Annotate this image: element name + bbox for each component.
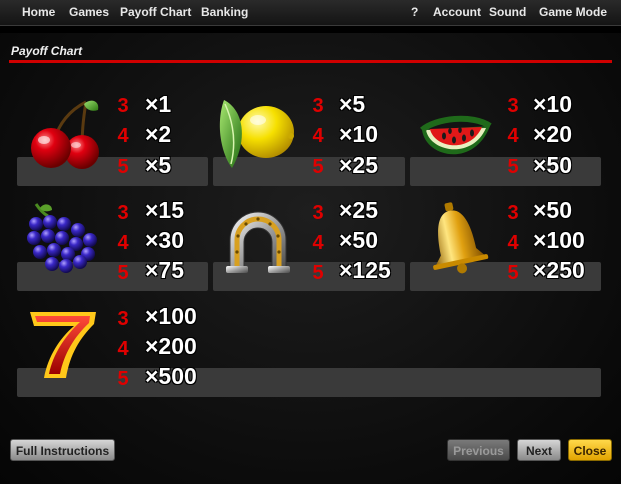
watermelon-icon — [416, 96, 496, 172]
count-5: 5 — [507, 262, 519, 284]
close-button[interactable]: Close — [568, 439, 612, 461]
payout-value: ×25 — [339, 152, 379, 178]
payout-value: ×200 — [145, 333, 197, 359]
count-5: 5 — [117, 156, 129, 178]
payout-value: ×125 — [339, 257, 391, 283]
count-3: 3 — [312, 95, 324, 117]
payout-value: ×250 — [533, 257, 585, 283]
count-3: 3 — [117, 308, 129, 330]
seven-icon — [22, 306, 102, 382]
lemon-icon — [218, 96, 298, 172]
payout-value: ×5 — [339, 91, 366, 117]
count-4: 4 — [312, 125, 324, 147]
payout-value: ×100 — [145, 303, 197, 329]
count-3: 3 — [312, 202, 324, 224]
payout-value: ×30 — [145, 227, 185, 253]
menu-games[interactable]: Games — [69, 5, 109, 19]
payout-value: ×10 — [533, 91, 573, 117]
menu-game-mode[interactable]: Game Mode — [539, 5, 607, 19]
count-4: 4 — [507, 232, 519, 254]
count-4: 4 — [312, 232, 324, 254]
payout-value: ×50 — [533, 152, 573, 178]
menu-help[interactable]: ? — [411, 5, 418, 19]
payout-value: ×5 — [145, 152, 172, 178]
payout-value: ×10 — [339, 121, 379, 147]
count-4: 4 — [507, 125, 519, 147]
count-4: 4 — [117, 338, 129, 360]
payout-value: ×25 — [339, 197, 379, 223]
bell-icon — [416, 200, 496, 276]
count-4: 4 — [117, 232, 129, 254]
menu-account[interactable]: Account — [433, 5, 481, 19]
full-instructions-button[interactable]: Full Instructions — [10, 439, 115, 461]
payout-value: ×2 — [145, 121, 172, 147]
top-menu-bar: Home Games Payoff Chart Banking ? Accoun… — [0, 0, 621, 26]
payout-bar — [17, 368, 601, 397]
menu-banking[interactable]: Banking — [201, 5, 248, 19]
payout-value: ×1 — [145, 91, 172, 117]
grapes-icon — [22, 200, 102, 276]
count-5: 5 — [312, 156, 324, 178]
panel-title: Payoff Chart — [11, 44, 83, 58]
menu-payoff-chart[interactable]: Payoff Chart — [120, 5, 191, 19]
payout-value: ×20 — [533, 121, 573, 147]
count-5: 5 — [312, 262, 324, 284]
next-button[interactable]: Next — [517, 439, 561, 461]
horseshoe-icon — [218, 200, 298, 276]
previous-button[interactable]: Previous — [447, 439, 510, 461]
payout-value: ×50 — [339, 227, 379, 253]
payout-value: ×100 — [533, 227, 585, 253]
count-5: 5 — [117, 262, 129, 284]
menu-sound[interactable]: Sound — [489, 5, 526, 19]
count-3: 3 — [507, 202, 519, 224]
payout-value: ×500 — [145, 363, 197, 389]
count-5: 5 — [117, 368, 129, 390]
count-3: 3 — [117, 202, 129, 224]
title-divider — [9, 60, 612, 63]
count-5: 5 — [507, 156, 519, 178]
count-4: 4 — [117, 125, 129, 147]
count-3: 3 — [507, 95, 519, 117]
payout-value: ×50 — [533, 197, 573, 223]
menu-home[interactable]: Home — [22, 5, 55, 19]
payout-value: ×15 — [145, 197, 185, 223]
payout-value: ×75 — [145, 257, 185, 283]
cherries-icon — [24, 96, 104, 172]
count-3: 3 — [117, 95, 129, 117]
